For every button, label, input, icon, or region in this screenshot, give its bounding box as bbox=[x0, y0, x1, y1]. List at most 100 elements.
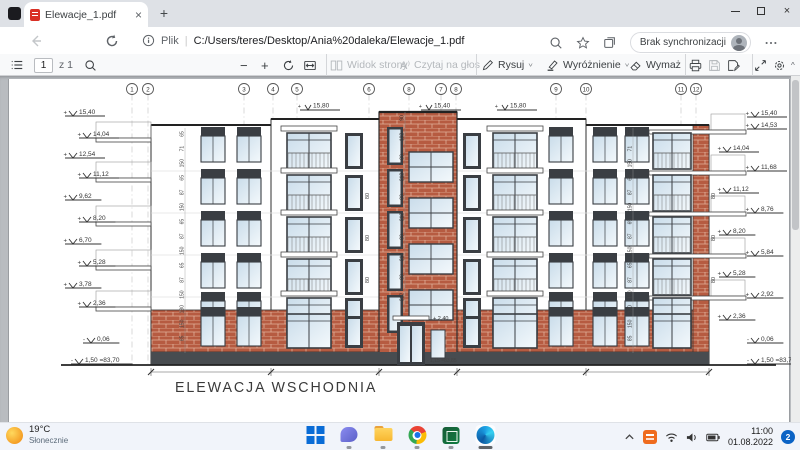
weather-condition-label: Słonecznie bbox=[29, 436, 68, 445]
chrome-icon[interactable] bbox=[406, 425, 429, 449]
svg-text:5: 5 bbox=[295, 86, 299, 93]
fit-width-icon[interactable] bbox=[303, 54, 317, 76]
svg-text:14,53: 14,53 bbox=[761, 122, 778, 129]
svg-text:150: 150 bbox=[628, 246, 634, 255]
system-tray: 11:00 01.08.2022 2 bbox=[624, 423, 795, 450]
svg-text:+: + bbox=[495, 104, 498, 110]
svg-text:150: 150 bbox=[628, 319, 634, 328]
file-explorer-icon[interactable] bbox=[372, 425, 395, 449]
tray-app-icon[interactable] bbox=[643, 430, 657, 444]
svg-text:10: 10 bbox=[583, 86, 590, 93]
eraser-icon bbox=[629, 59, 642, 72]
svg-text:212: 212 bbox=[400, 213, 406, 222]
weather-widget[interactable]: 19°C Słonecznie bbox=[6, 425, 68, 445]
url-scheme-label: Plik bbox=[161, 35, 179, 47]
tab-close-icon[interactable]: × bbox=[135, 9, 142, 21]
sync-profile-button[interactable]: Brak synchronizacji bbox=[630, 32, 751, 53]
print-icon[interactable] bbox=[689, 54, 702, 76]
zoom-in-button[interactable]: + bbox=[261, 54, 269, 76]
volume-icon[interactable] bbox=[686, 432, 698, 443]
svg-text:150: 150 bbox=[628, 159, 634, 168]
collections-icon[interactable] bbox=[603, 36, 617, 50]
save-as-icon[interactable] bbox=[727, 54, 740, 76]
tab-elewacje-pdf[interactable]: Elewacje_1.pdf × bbox=[24, 2, 148, 27]
teams-chat-icon[interactable] bbox=[338, 425, 361, 449]
rotate-icon[interactable] bbox=[282, 54, 295, 76]
clock[interactable]: 11:00 01.08.2022 bbox=[728, 426, 773, 448]
scrollbar-thumb[interactable] bbox=[792, 80, 799, 230]
svg-text:+: + bbox=[419, 104, 422, 110]
svg-text:90: 90 bbox=[400, 115, 406, 121]
erase-button[interactable]: Wymaż bbox=[629, 54, 681, 76]
fullscreen-icon[interactable] bbox=[754, 54, 767, 76]
office-app-icon[interactable] bbox=[440, 425, 463, 449]
svg-text:+: + bbox=[298, 104, 301, 110]
svg-text:80: 80 bbox=[711, 277, 717, 283]
svg-text:9: 9 bbox=[554, 86, 558, 93]
search-icon[interactable] bbox=[84, 54, 97, 76]
url-field[interactable]: Plik | C:/Users/teres/Desktop/Ania%20dal… bbox=[142, 30, 464, 51]
close-button[interactable]: × bbox=[774, 0, 800, 22]
svg-text:11,68: 11,68 bbox=[761, 164, 777, 171]
grid-bubbles: 1234568789101112 bbox=[127, 84, 702, 95]
edge-icon[interactable] bbox=[474, 425, 497, 449]
svg-text:8: 8 bbox=[454, 86, 458, 93]
new-tab-button[interactable]: + bbox=[155, 5, 173, 23]
reload-icon[interactable] bbox=[104, 33, 120, 49]
toc-button[interactable] bbox=[10, 54, 24, 76]
zoom-icon[interactable] bbox=[549, 36, 563, 50]
url-divider: | bbox=[185, 35, 188, 47]
pen-icon bbox=[481, 59, 494, 72]
browser-app-icon[interactable] bbox=[8, 7, 21, 20]
date-label: 01.08.2022 bbox=[728, 437, 773, 448]
draw-chevron-icon[interactable]: ˅ bbox=[528, 61, 533, 68]
save-icon bbox=[708, 54, 721, 76]
scrollbar[interactable] bbox=[791, 76, 800, 422]
svg-text:150: 150 bbox=[180, 159, 186, 168]
notification-badge[interactable]: 2 bbox=[781, 430, 795, 444]
zoom-out-button[interactable]: − bbox=[240, 54, 248, 76]
svg-text:- 1,15 =83,85: - 1,15 =83,85 bbox=[427, 358, 457, 364]
svg-text:65: 65 bbox=[180, 219, 186, 225]
svg-text:15,40: 15,40 bbox=[79, 109, 96, 116]
svg-text:+ 2,40: + 2,40 bbox=[433, 316, 448, 322]
highlight-button[interactable]: Wyróżnienie ˅ bbox=[546, 54, 629, 76]
battery-icon[interactable] bbox=[706, 433, 720, 442]
pdf-content-area: + 2,40- 1,15 =83,85657115065871506587150… bbox=[0, 76, 800, 422]
start-button[interactable] bbox=[304, 425, 327, 449]
svg-text:80: 80 bbox=[365, 193, 371, 199]
svg-text:8,20: 8,20 bbox=[93, 215, 106, 222]
svg-text:15,40: 15,40 bbox=[434, 103, 451, 110]
minimize-button[interactable] bbox=[722, 0, 748, 22]
svg-text:6,70: 6,70 bbox=[79, 237, 92, 244]
pdf-settings-gear-icon[interactable] bbox=[773, 54, 786, 76]
svg-text:11,12: 11,12 bbox=[733, 186, 749, 193]
network-icon[interactable] bbox=[665, 432, 678, 443]
page-number-input[interactable]: 1 bbox=[34, 54, 53, 76]
tab-strip: Elewacje_1.pdf × + × bbox=[0, 0, 800, 27]
settings-menu-dots-icon[interactable] bbox=[764, 36, 778, 50]
tab-title: Elewacje_1.pdf bbox=[45, 9, 130, 21]
favorites-star-icon[interactable] bbox=[576, 36, 590, 50]
svg-text:0,06: 0,06 bbox=[761, 336, 774, 343]
svg-text:71: 71 bbox=[628, 146, 634, 152]
svg-text:87: 87 bbox=[180, 233, 186, 239]
tray-chevron-icon[interactable] bbox=[624, 433, 635, 441]
url-text: C:/Users/teres/Desktop/Ania%20daleka/Ele… bbox=[194, 35, 465, 47]
collapse-toolbar-icon[interactable]: ^ bbox=[791, 54, 795, 76]
svg-text:5,28: 5,28 bbox=[93, 259, 106, 266]
svg-text:12,54: 12,54 bbox=[79, 151, 96, 158]
svg-text:15,80: 15,80 bbox=[313, 103, 330, 110]
svg-text:150: 150 bbox=[180, 319, 186, 328]
svg-text:2,36: 2,36 bbox=[733, 313, 746, 320]
svg-text:80: 80 bbox=[400, 154, 406, 160]
draw-button[interactable]: Rysuj ˅ bbox=[481, 54, 533, 76]
svg-text:3: 3 bbox=[242, 86, 246, 93]
svg-text:85: 85 bbox=[628, 335, 634, 341]
maximize-button[interactable] bbox=[748, 0, 774, 22]
svg-text:65: 65 bbox=[180, 262, 186, 268]
svg-text:192: 192 bbox=[400, 133, 406, 142]
svg-text:87: 87 bbox=[628, 233, 634, 239]
svg-text:11: 11 bbox=[678, 86, 685, 93]
svg-text:14,04: 14,04 bbox=[733, 145, 750, 152]
